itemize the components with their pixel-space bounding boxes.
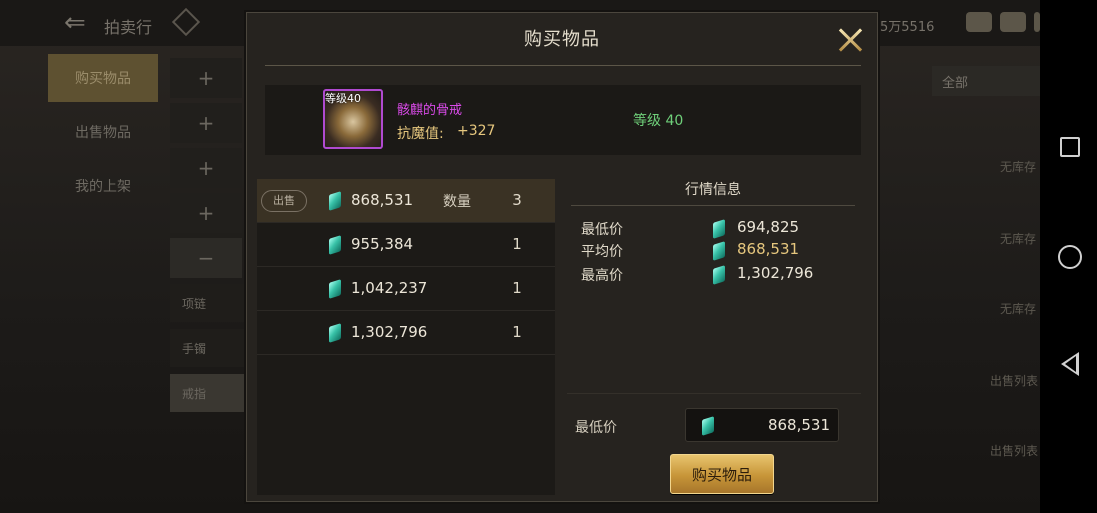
divider	[571, 205, 855, 206]
listing-row[interactable]: 955,384 1	[257, 223, 555, 267]
average-price-label: 平均价	[581, 244, 623, 260]
collapse-category-button[interactable]: −	[170, 238, 242, 278]
item-stat-label: 抗魔值:	[397, 126, 444, 142]
recents-icon[interactable]	[1060, 137, 1080, 157]
buy-item-dialog: 购买物品 等级40 骸麒的骨戒 抗魔值: +327 等级 40 出售 868,5…	[246, 12, 878, 502]
tab-my-listings[interactable]: 我的上架	[48, 162, 158, 210]
mail-icon[interactable]	[1000, 12, 1026, 32]
expand-category-button[interactable]: +	[170, 193, 242, 233]
min-price-value: 868,531	[767, 416, 830, 434]
category-ring[interactable]: 戒指	[170, 374, 244, 412]
expand-category-button[interactable]: +	[170, 58, 242, 98]
gem-currency-icon	[713, 241, 725, 261]
lowest-price-value: 694,825	[737, 218, 800, 236]
side-status-text: 无库存	[1000, 232, 1037, 246]
min-price-field: 868,531	[685, 408, 839, 442]
listing-quantity: 1	[512, 323, 522, 341]
min-price-label: 最低价	[575, 420, 617, 436]
home-icon[interactable]	[1058, 245, 1082, 269]
close-icon[interactable]	[835, 25, 865, 55]
side-status-text: 无库存	[1000, 302, 1037, 316]
item-name: 骸麒的骨戒	[397, 103, 463, 118]
side-status-text: 出售列表	[990, 374, 1039, 388]
category-necklace[interactable]: 项链	[170, 284, 244, 322]
average-price-value: 868,531	[737, 240, 800, 258]
auction-house-title: 拍卖行	[104, 18, 153, 37]
expand-category-button[interactable]: +	[170, 148, 242, 188]
currency-amount: 5万5516	[880, 20, 935, 35]
listing-price: 955,384	[351, 235, 414, 253]
side-status-text: 出售列表	[990, 444, 1039, 458]
gem-currency-icon	[329, 279, 341, 299]
expand-category-button[interactable]: +	[170, 103, 242, 143]
item-level-requirement: 等级 40	[633, 113, 684, 129]
bag-icon[interactable]	[966, 12, 992, 32]
listing-price: 1,042,237	[351, 279, 428, 297]
highest-price-value: 1,302,796	[737, 264, 814, 282]
gem-currency-icon	[329, 235, 341, 255]
gem-currency-icon	[713, 265, 725, 285]
gem-currency-icon	[702, 416, 714, 436]
dialog-title: 购买物品	[524, 29, 600, 50]
listing-quantity: 1	[512, 235, 522, 253]
listing-quantity: 3	[512, 191, 522, 209]
category-bracelet[interactable]: 手镯	[170, 329, 244, 367]
divider	[567, 393, 861, 394]
tab-buy[interactable]: 购买物品	[48, 54, 158, 102]
tab-sell[interactable]: 出售物品	[48, 108, 158, 156]
side-status-text: 无库存	[1000, 160, 1037, 174]
divider	[265, 65, 861, 66]
lowest-price-label: 最低价	[581, 222, 623, 238]
gem-currency-icon	[329, 323, 341, 343]
market-info-title: 行情信息	[685, 182, 741, 198]
item-level-tag: 等级40	[325, 92, 361, 105]
quantity-label: 数量	[443, 194, 471, 210]
listing-row[interactable]: 1,302,796 1	[257, 311, 555, 355]
gem-currency-icon	[329, 191, 341, 211]
listing-row[interactable]: 出售 868,531 数量 3	[257, 179, 555, 223]
highest-price-label: 最高价	[581, 268, 623, 284]
listing-price: 1,302,796	[351, 323, 428, 341]
listing-row[interactable]: 1,042,237 1	[257, 267, 555, 311]
item-stat-value: +327	[457, 123, 496, 139]
buy-item-button[interactable]: 购买物品	[670, 454, 774, 494]
listing-quantity: 1	[512, 279, 522, 297]
gem-currency-icon	[713, 219, 725, 239]
back-arrow-icon[interactable]: ⇐	[64, 8, 86, 38]
sell-badge: 出售	[261, 190, 307, 212]
listing-price: 868,531	[351, 191, 414, 209]
